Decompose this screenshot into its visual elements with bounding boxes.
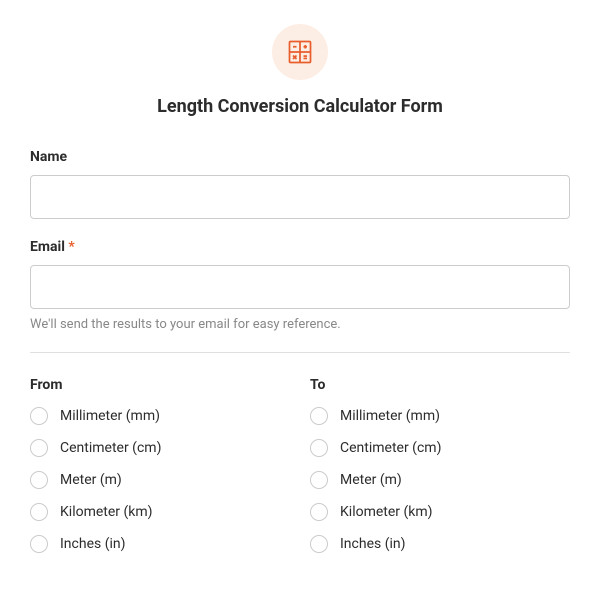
to-option-label: Meter (m) (340, 472, 402, 488)
radio-icon (30, 471, 48, 489)
from-option-label: Inches (in) (60, 536, 126, 552)
email-field-group: Email * We'll send the results to your e… (30, 239, 570, 332)
to-option[interactable]: Kilometer (km) (310, 503, 570, 521)
from-option[interactable]: Millimeter (mm) (30, 407, 290, 425)
from-option-label: Meter (m) (60, 472, 122, 488)
radio-icon (310, 471, 328, 489)
to-option[interactable]: Inches (in) (310, 535, 570, 553)
name-field-group: Name (30, 149, 570, 219)
name-label: Name (30, 149, 570, 165)
from-option-label: Millimeter (mm) (60, 408, 160, 424)
radio-icon (310, 535, 328, 553)
radio-icon (310, 407, 328, 425)
form-title: Length Conversion Calculator Form (30, 96, 570, 117)
to-column: To Millimeter (mm) Centimeter (cm) Meter… (310, 377, 570, 567)
name-input[interactable] (30, 175, 570, 219)
from-option[interactable]: Inches (in) (30, 535, 290, 553)
to-option-label: Millimeter (mm) (340, 408, 440, 424)
radio-icon (30, 535, 48, 553)
radio-icon (30, 407, 48, 425)
from-column-label: From (30, 377, 290, 393)
from-option[interactable]: Meter (m) (30, 471, 290, 489)
email-helper-text: We'll send the results to your email for… (30, 317, 570, 332)
to-option[interactable]: Meter (m) (310, 471, 570, 489)
to-option-label: Centimeter (cm) (340, 440, 441, 456)
to-option-label: Kilometer (km) (340, 504, 433, 520)
section-divider (30, 352, 570, 353)
from-column: From Millimeter (mm) Centimeter (cm) Met… (30, 377, 290, 567)
to-option[interactable]: Millimeter (mm) (310, 407, 570, 425)
form-icon-circle (272, 24, 328, 80)
radio-icon (310, 503, 328, 521)
to-column-label: To (310, 377, 570, 393)
to-option[interactable]: Centimeter (cm) (310, 439, 570, 457)
radio-icon (30, 503, 48, 521)
to-option-label: Inches (in) (340, 536, 406, 552)
unit-columns: From Millimeter (mm) Centimeter (cm) Met… (30, 377, 570, 567)
email-label-text: Email (30, 239, 65, 255)
from-option-label: Kilometer (km) (60, 504, 153, 520)
email-label: Email * (30, 239, 570, 255)
email-input[interactable] (30, 265, 570, 309)
from-option-label: Centimeter (cm) (60, 440, 161, 456)
from-option[interactable]: Centimeter (cm) (30, 439, 290, 457)
required-mark: * (68, 239, 74, 255)
form-icon-container (30, 24, 570, 80)
from-option[interactable]: Kilometer (km) (30, 503, 290, 521)
calculator-icon (286, 38, 314, 66)
radio-icon (310, 439, 328, 457)
radio-icon (30, 439, 48, 457)
